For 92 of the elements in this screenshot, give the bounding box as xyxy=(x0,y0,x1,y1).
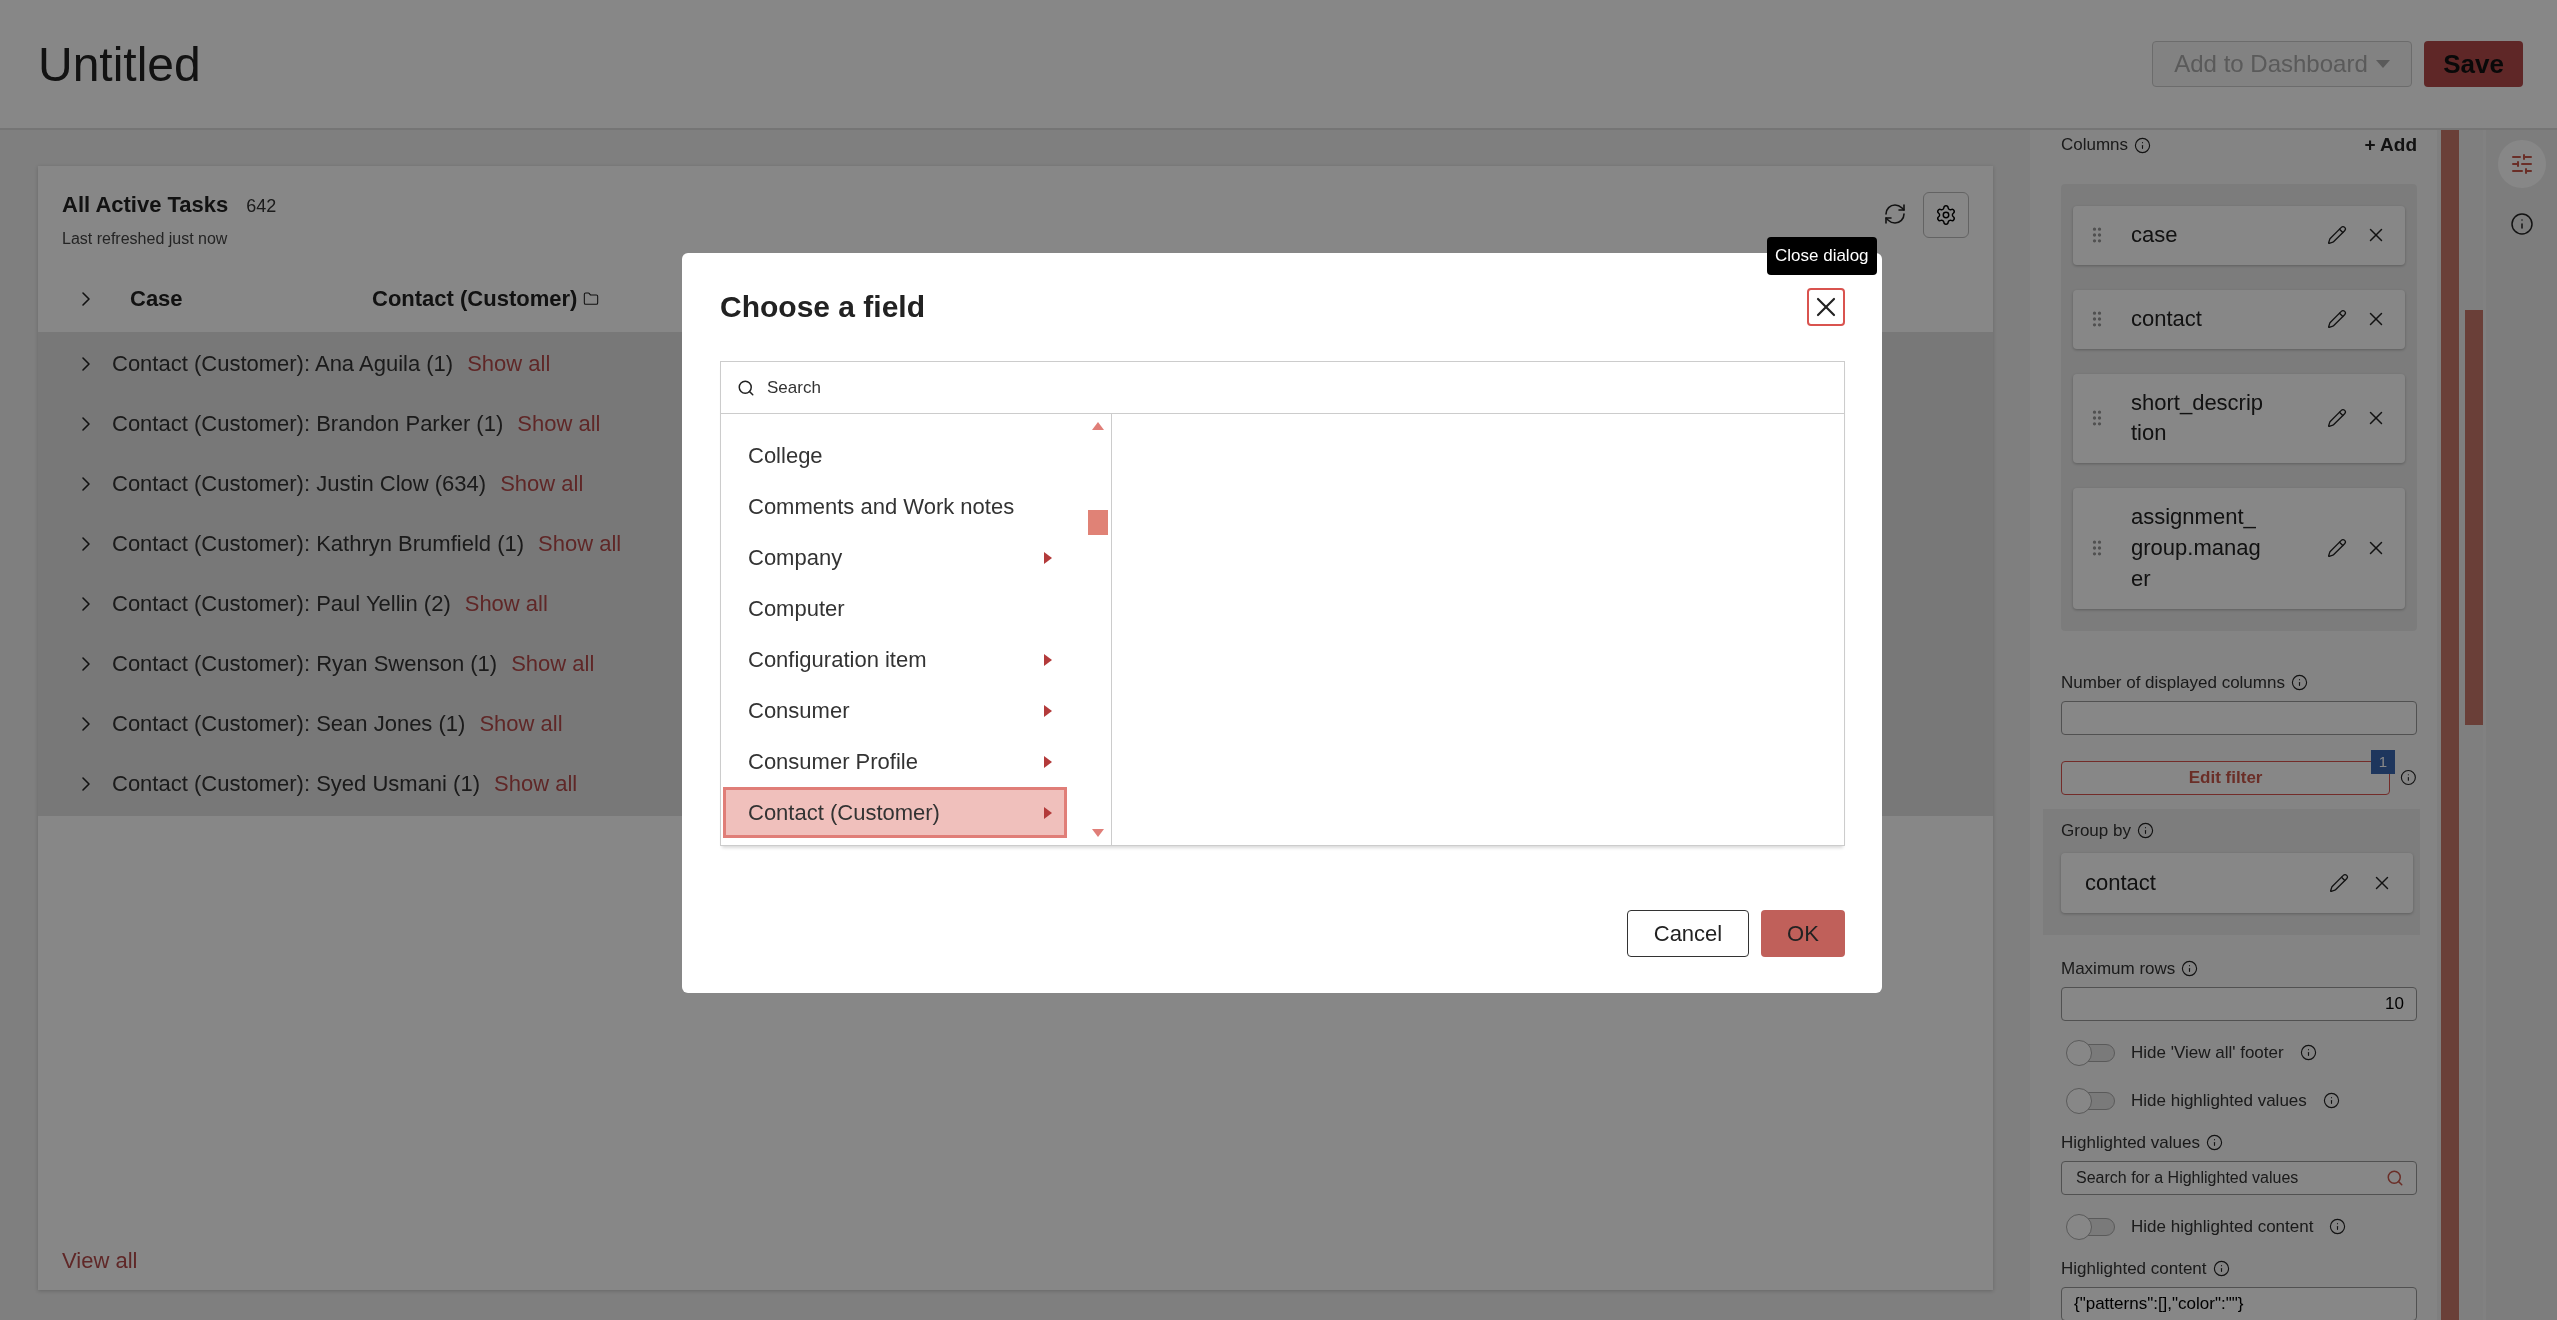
field-option[interactable]: Computer xyxy=(723,583,1067,634)
info-icon[interactable] xyxy=(2322,1092,2340,1110)
info-icon[interactable] xyxy=(2509,212,2534,236)
column-header[interactable]: Case xyxy=(130,286,372,312)
tooltip: Close dialog xyxy=(1767,237,1877,275)
toggle-label: Hide highlighted values xyxy=(2131,1090,2307,1111)
cancel-button[interactable]: Cancel xyxy=(1627,910,1749,957)
info-icon[interactable] xyxy=(2205,1134,2223,1152)
expand-arrow-icon xyxy=(1044,653,1052,666)
folder-icon xyxy=(583,291,600,307)
edit-icon[interactable] xyxy=(2327,309,2347,330)
field-option[interactable]: Consumer xyxy=(723,685,1067,736)
field-label: Maximum rows xyxy=(2061,958,2176,979)
field-option[interactable]: College xyxy=(723,430,1067,481)
gear-icon[interactable] xyxy=(1935,204,1957,226)
expand-arrow-icon xyxy=(1044,806,1052,819)
edit-icon[interactable] xyxy=(2327,538,2347,559)
show-all-link[interactable]: Show all xyxy=(479,711,563,737)
group-label: Contact (Customer): Ryan Swenson (1) xyxy=(112,651,498,677)
search-icon xyxy=(737,378,755,397)
group-label: Contact (Customer): Syed Usmani (1) xyxy=(112,771,480,797)
show-all-link[interactable]: Show all xyxy=(467,351,551,377)
expand-arrow-icon xyxy=(1044,704,1052,717)
caret-icon xyxy=(2375,60,2390,68)
group-label: Contact (Customer): Paul Yellin (2) xyxy=(112,591,451,617)
info-icon[interactable] xyxy=(2290,674,2308,692)
edit-icon[interactable] xyxy=(2327,408,2347,429)
expand-arrow-icon xyxy=(1044,755,1052,768)
input-field[interactable] xyxy=(2061,700,2417,735)
scrollbar-thumb[interactable] xyxy=(2465,310,2483,725)
show-all-link[interactable]: Show all xyxy=(464,591,548,617)
search-field[interactable]: Search for a Highlighted values xyxy=(2061,1160,2417,1195)
group-label: Contact (Customer): Kathryn Brumfield (1) xyxy=(112,531,525,557)
field-label: Number of displayed columns xyxy=(2061,672,2285,693)
view-all-link[interactable]: View all xyxy=(62,1248,138,1273)
column-chip[interactable]: short_description xyxy=(2073,373,2405,464)
edit-icon[interactable] xyxy=(2327,225,2347,246)
info-icon[interactable] xyxy=(2212,1260,2230,1278)
group-label: Contact (Customer): Brandon Parker (1) xyxy=(112,411,504,437)
settings-button[interactable] xyxy=(1923,192,1969,238)
info-icon[interactable] xyxy=(2329,1218,2347,1236)
expand-arrow-icon xyxy=(1044,551,1052,564)
search-field[interactable]: Search xyxy=(721,362,1844,414)
group-by-chip[interactable]: contact xyxy=(2061,852,2413,913)
field-option[interactable]: Consumer Profile xyxy=(723,736,1067,787)
show-all-link[interactable]: Show all xyxy=(517,411,601,437)
refresh-icon[interactable] xyxy=(1883,202,1907,226)
field-option[interactable]: Company xyxy=(723,532,1067,583)
group-label: Contact (Customer): Ana Aguila (1) xyxy=(112,351,454,377)
field-option[interactable]: Contact (Customer) xyxy=(723,787,1067,838)
sliders-icon[interactable] xyxy=(2509,152,2534,176)
settings-tab[interactable] xyxy=(2497,140,2546,188)
page-title: Untitled xyxy=(38,36,202,92)
show-all-link[interactable]: Show all xyxy=(511,651,595,677)
input-field[interactable]: {"patterns":[],"color":""} xyxy=(2061,1286,2417,1320)
field-label: Highlighted content xyxy=(2061,1258,2207,1279)
field-option[interactable]: Comments and Work notes xyxy=(723,481,1067,532)
info-icon[interactable] xyxy=(2400,769,2417,787)
input-field[interactable]: 10 xyxy=(2061,986,2417,1021)
info-icon[interactable] xyxy=(2136,822,2154,840)
search-input[interactable]: Search xyxy=(765,376,1828,399)
info-icon[interactable] xyxy=(2134,136,2152,154)
record-count: 642 xyxy=(246,196,277,217)
edit-icon[interactable] xyxy=(2329,872,2349,893)
scroll-up-icon[interactable] xyxy=(1092,422,1104,430)
field-option[interactable]: Configuration item xyxy=(723,634,1067,685)
section-label: Group by xyxy=(2061,820,2131,841)
filter-count-badge: 1 xyxy=(2371,749,2395,774)
show-all-link[interactable]: Show all xyxy=(538,531,622,557)
ok-button[interactable]: OK xyxy=(1761,910,1845,957)
column-header[interactable]: Contact (Customer) xyxy=(372,286,578,312)
group-label: Contact (Customer): Sean Jones (1) xyxy=(112,711,466,737)
show-all-link[interactable]: Show all xyxy=(500,471,584,497)
toggle-label: Hide 'View all' footer xyxy=(2131,1042,2284,1063)
show-all-link[interactable]: Show all xyxy=(494,771,578,797)
info-icon[interactable] xyxy=(2299,1044,2317,1062)
scrollbar-thumb[interactable] xyxy=(1088,510,1108,535)
refresh-status: Last refreshed just now xyxy=(62,230,229,248)
search-icon xyxy=(2386,1168,2404,1187)
toggle-label: Hide highlighted content xyxy=(2131,1216,2314,1237)
dialog-title: Choose a field xyxy=(720,290,926,324)
section-label: Columns xyxy=(2061,135,2129,155)
add-link[interactable]: + Add xyxy=(2364,134,2417,156)
column-chip[interactable]: contact xyxy=(2073,289,2405,349)
group-label: Contact (Customer): Justin Clow (634) xyxy=(112,471,487,497)
column-chip[interactable]: case xyxy=(2073,206,2405,265)
field-label: Highlighted values xyxy=(2061,1132,2200,1153)
column-chip[interactable]: assignment_group.manager xyxy=(2073,488,2405,609)
widget-title: All Active Tasks xyxy=(62,192,229,218)
info-icon[interactable] xyxy=(2181,960,2199,978)
search-input[interactable]: Search for a Highlighted values xyxy=(2074,1167,2386,1188)
scroll-down-icon[interactable] xyxy=(1092,829,1104,837)
